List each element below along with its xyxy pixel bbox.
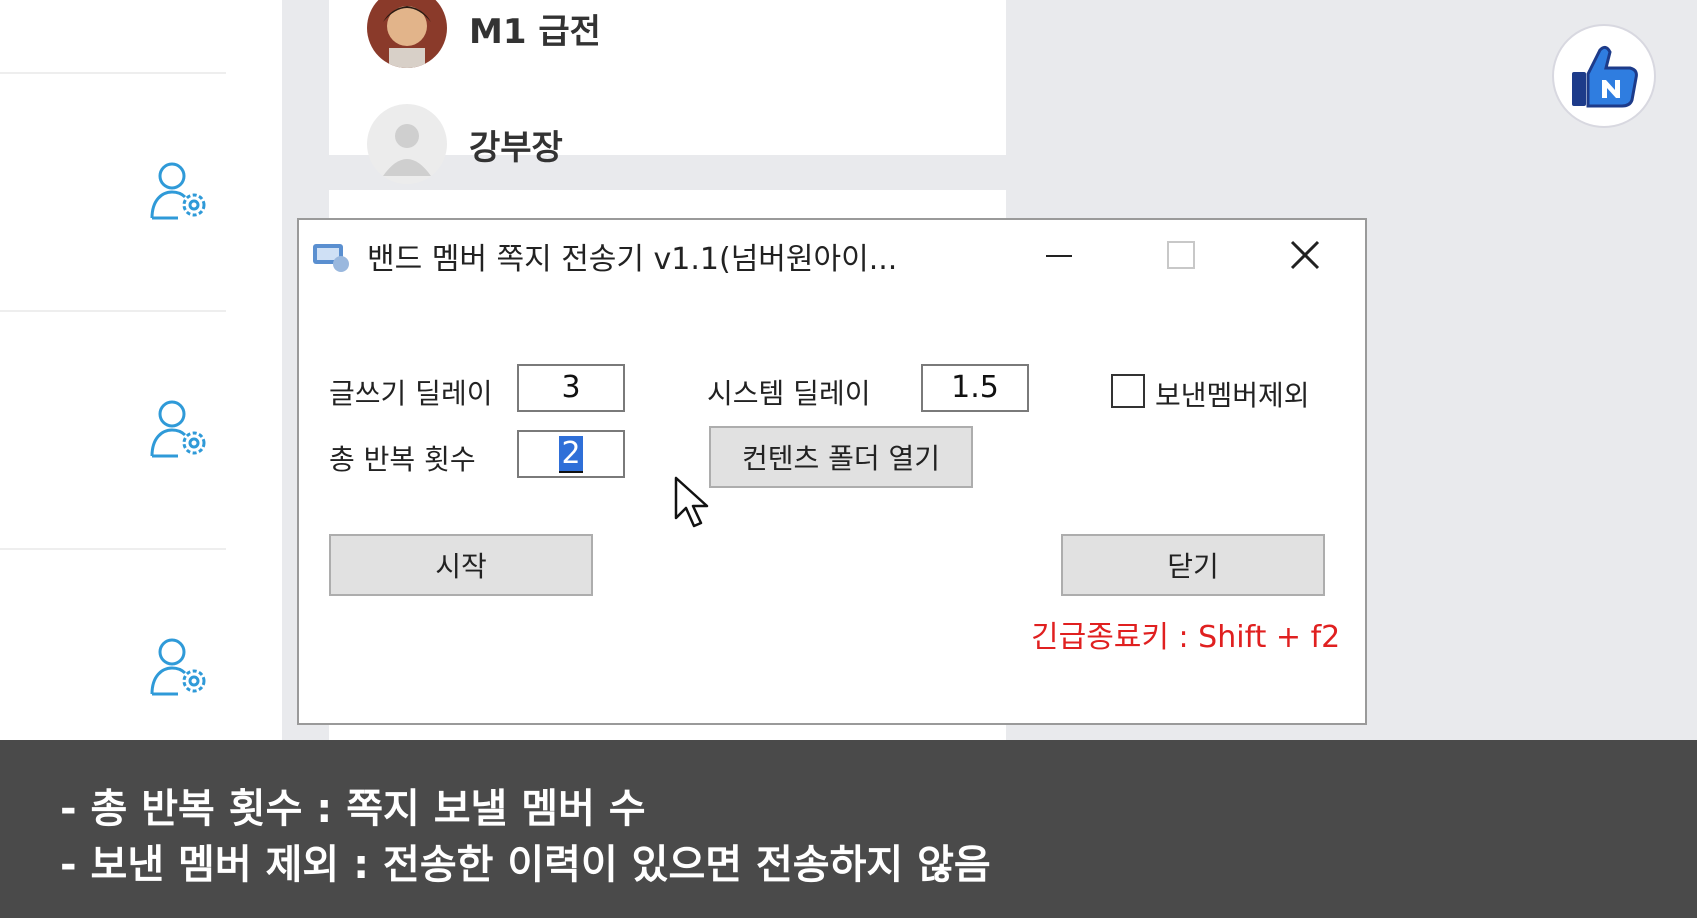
member-row[interactable]: M1 급전 — [367, 0, 601, 68]
member-list-card: M1 급전 강부장 — [329, 0, 1006, 184]
thumbs-up-n-badge-icon — [1552, 24, 1656, 128]
minimize-icon — [1046, 255, 1072, 257]
caption-line: - 총 반복 횟수 : 쪽지 보낼 멤버 수 — [60, 786, 646, 832]
maximize-icon — [1167, 241, 1195, 269]
close-icon — [1290, 240, 1320, 270]
mouse-cursor-icon — [674, 476, 709, 528]
writing-delay-label: 글쓰기 딜레이 — [329, 377, 493, 410]
repeat-count-value: 2 — [559, 436, 583, 473]
sidebar-divider — [0, 548, 226, 550]
close-window-button[interactable] — [1275, 230, 1335, 280]
close-button[interactable]: 닫기 — [1061, 534, 1325, 596]
maximize-button[interactable] — [1151, 230, 1211, 280]
user-gear-icon[interactable] — [148, 634, 214, 702]
dialog-title: 밴드 멤버 쪽지 전송기 v1.1(넘버원아이... — [367, 242, 898, 277]
repeat-count-input[interactable]: 2 — [517, 430, 625, 478]
caption-line: - 보낸 멤버 제외 : 전송한 이력이 있으면 전송하지 않음 — [60, 842, 991, 888]
caption-bar: - 총 반복 횟수 : 쪽지 보낼 멤버 수 - 보낸 멤버 제외 : 전송한 … — [0, 740, 1697, 918]
exclude-sent-checkbox[interactable] — [1111, 374, 1145, 408]
writing-delay-input[interactable]: 3 — [517, 364, 625, 412]
system-delay-label: 시스템 딜레이 — [707, 377, 871, 410]
sidebar-divider — [0, 310, 226, 312]
dialog-titlebar[interactable]: 밴드 멤버 쪽지 전송기 v1.1(넘버원아이... — [299, 220, 1365, 290]
start-button[interactable]: 시작 — [329, 534, 593, 596]
repeat-count-label: 총 반복 횟수 — [329, 443, 476, 476]
app-icon — [313, 244, 349, 272]
exclude-sent-label: 보낸멤버제외 — [1155, 379, 1310, 412]
user-gear-icon[interactable] — [148, 158, 214, 226]
system-delay-input[interactable]: 1.5 — [921, 364, 1029, 412]
open-content-folder-button[interactable]: 컨텐츠 폴더 열기 — [709, 426, 973, 488]
minimize-button[interactable] — [1029, 230, 1089, 280]
avatar — [367, 0, 447, 68]
sidebar-divider — [0, 72, 226, 74]
member-name: M1 급전 — [469, 11, 601, 52]
message-sender-dialog: 밴드 멤버 쪽지 전송기 v1.1(넘버원아이... 글쓰기 딜레이 3 시스템… — [297, 218, 1367, 725]
member-name: 강부장 — [469, 127, 563, 168]
member-row[interactable]: 강부장 — [367, 104, 563, 184]
user-gear-icon[interactable] — [148, 396, 214, 464]
avatar — [367, 104, 447, 184]
emergency-hotkey-text: 긴급종료키 : Shift + f2 — [1031, 620, 1341, 655]
